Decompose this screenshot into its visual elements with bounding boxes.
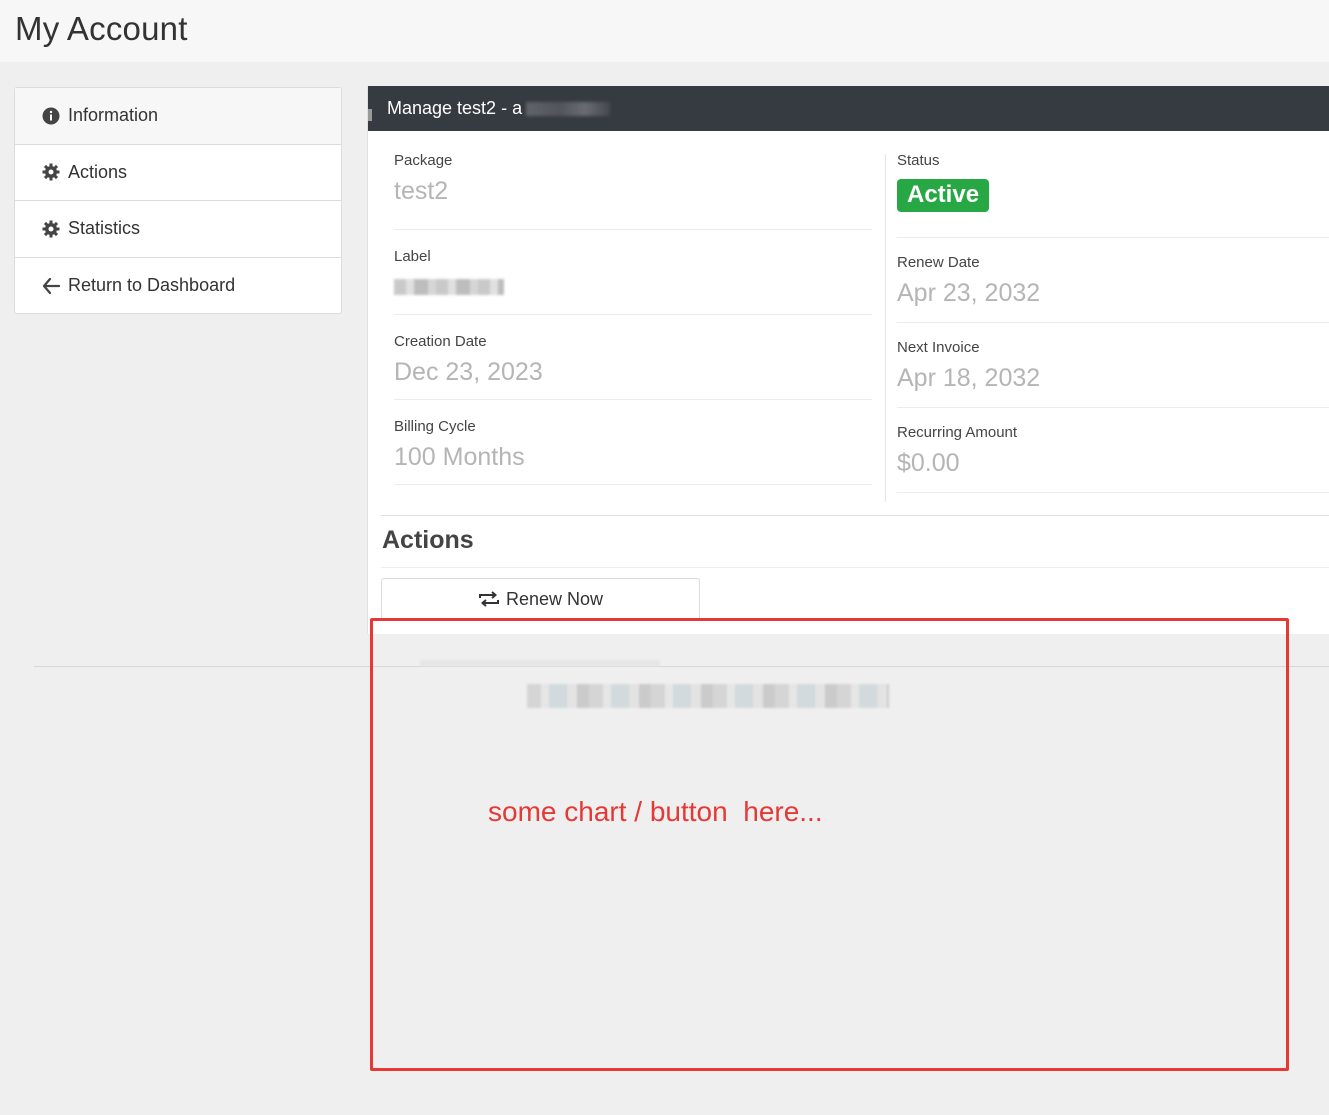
redacted-label-value xyxy=(394,279,504,295)
arrow-left-icon xyxy=(41,276,61,296)
manage-panel: Manage test2 - a Package test2 Label Cre… xyxy=(367,86,1329,634)
sidebar-item-statistics[interactable]: Statistics xyxy=(15,201,341,258)
sidebar-item-label: Return to Dashboard xyxy=(68,275,236,296)
field-creation-date: Creation Date Dec 23, 2023 xyxy=(394,315,872,400)
annotation-box xyxy=(370,618,1289,1071)
field-status: Status Active xyxy=(897,152,1329,238)
gear-icon xyxy=(41,219,61,239)
details-right-column: Status Active Renew Date Apr 23, 2032 Ne… xyxy=(897,152,1329,493)
gear-icon xyxy=(41,162,61,182)
field-package: Package test2 xyxy=(394,152,872,230)
panel-header: Manage test2 - a xyxy=(368,86,1329,131)
field-next-invoice: Next Invoice Apr 18, 2032 xyxy=(897,323,1329,408)
sidebar-item-information[interactable]: Information xyxy=(15,88,341,145)
renew-now-button[interactable]: Renew Now xyxy=(381,578,700,620)
panel-title: Manage test2 - a xyxy=(387,98,523,118)
field-recurring-amount: Recurring Amount $0.00 xyxy=(897,408,1329,493)
field-label: Label xyxy=(394,230,872,315)
page-header: My Account xyxy=(0,0,1329,62)
actions-heading: Actions xyxy=(382,526,474,554)
field-renew-date: Renew Date Apr 23, 2032 xyxy=(897,238,1329,323)
renew-now-label: Renew Now xyxy=(505,588,604,609)
renew-icon xyxy=(478,591,499,607)
page-title: My Account xyxy=(15,10,188,47)
sidebar-item-actions[interactable]: Actions xyxy=(15,145,341,201)
field-billing-cycle: Billing Cycle 100 Months xyxy=(394,400,872,485)
sidebar: Information Actions Statistics Return to… xyxy=(14,87,342,314)
details-left-column: Package test2 Label Creation Date Dec 23… xyxy=(394,152,872,485)
sidebar-item-label: Statistics xyxy=(68,218,141,239)
redacted-text xyxy=(526,101,611,116)
info-circle-icon xyxy=(41,106,61,126)
sidebar-item-label: Actions xyxy=(68,161,128,182)
sidebar-item-label: Information xyxy=(68,105,159,126)
sidebar-item-return-to-dashboard[interactable]: Return to Dashboard xyxy=(15,258,341,315)
status-badge: Active xyxy=(897,179,990,212)
annotation-text: some chart / button here... xyxy=(488,796,823,827)
